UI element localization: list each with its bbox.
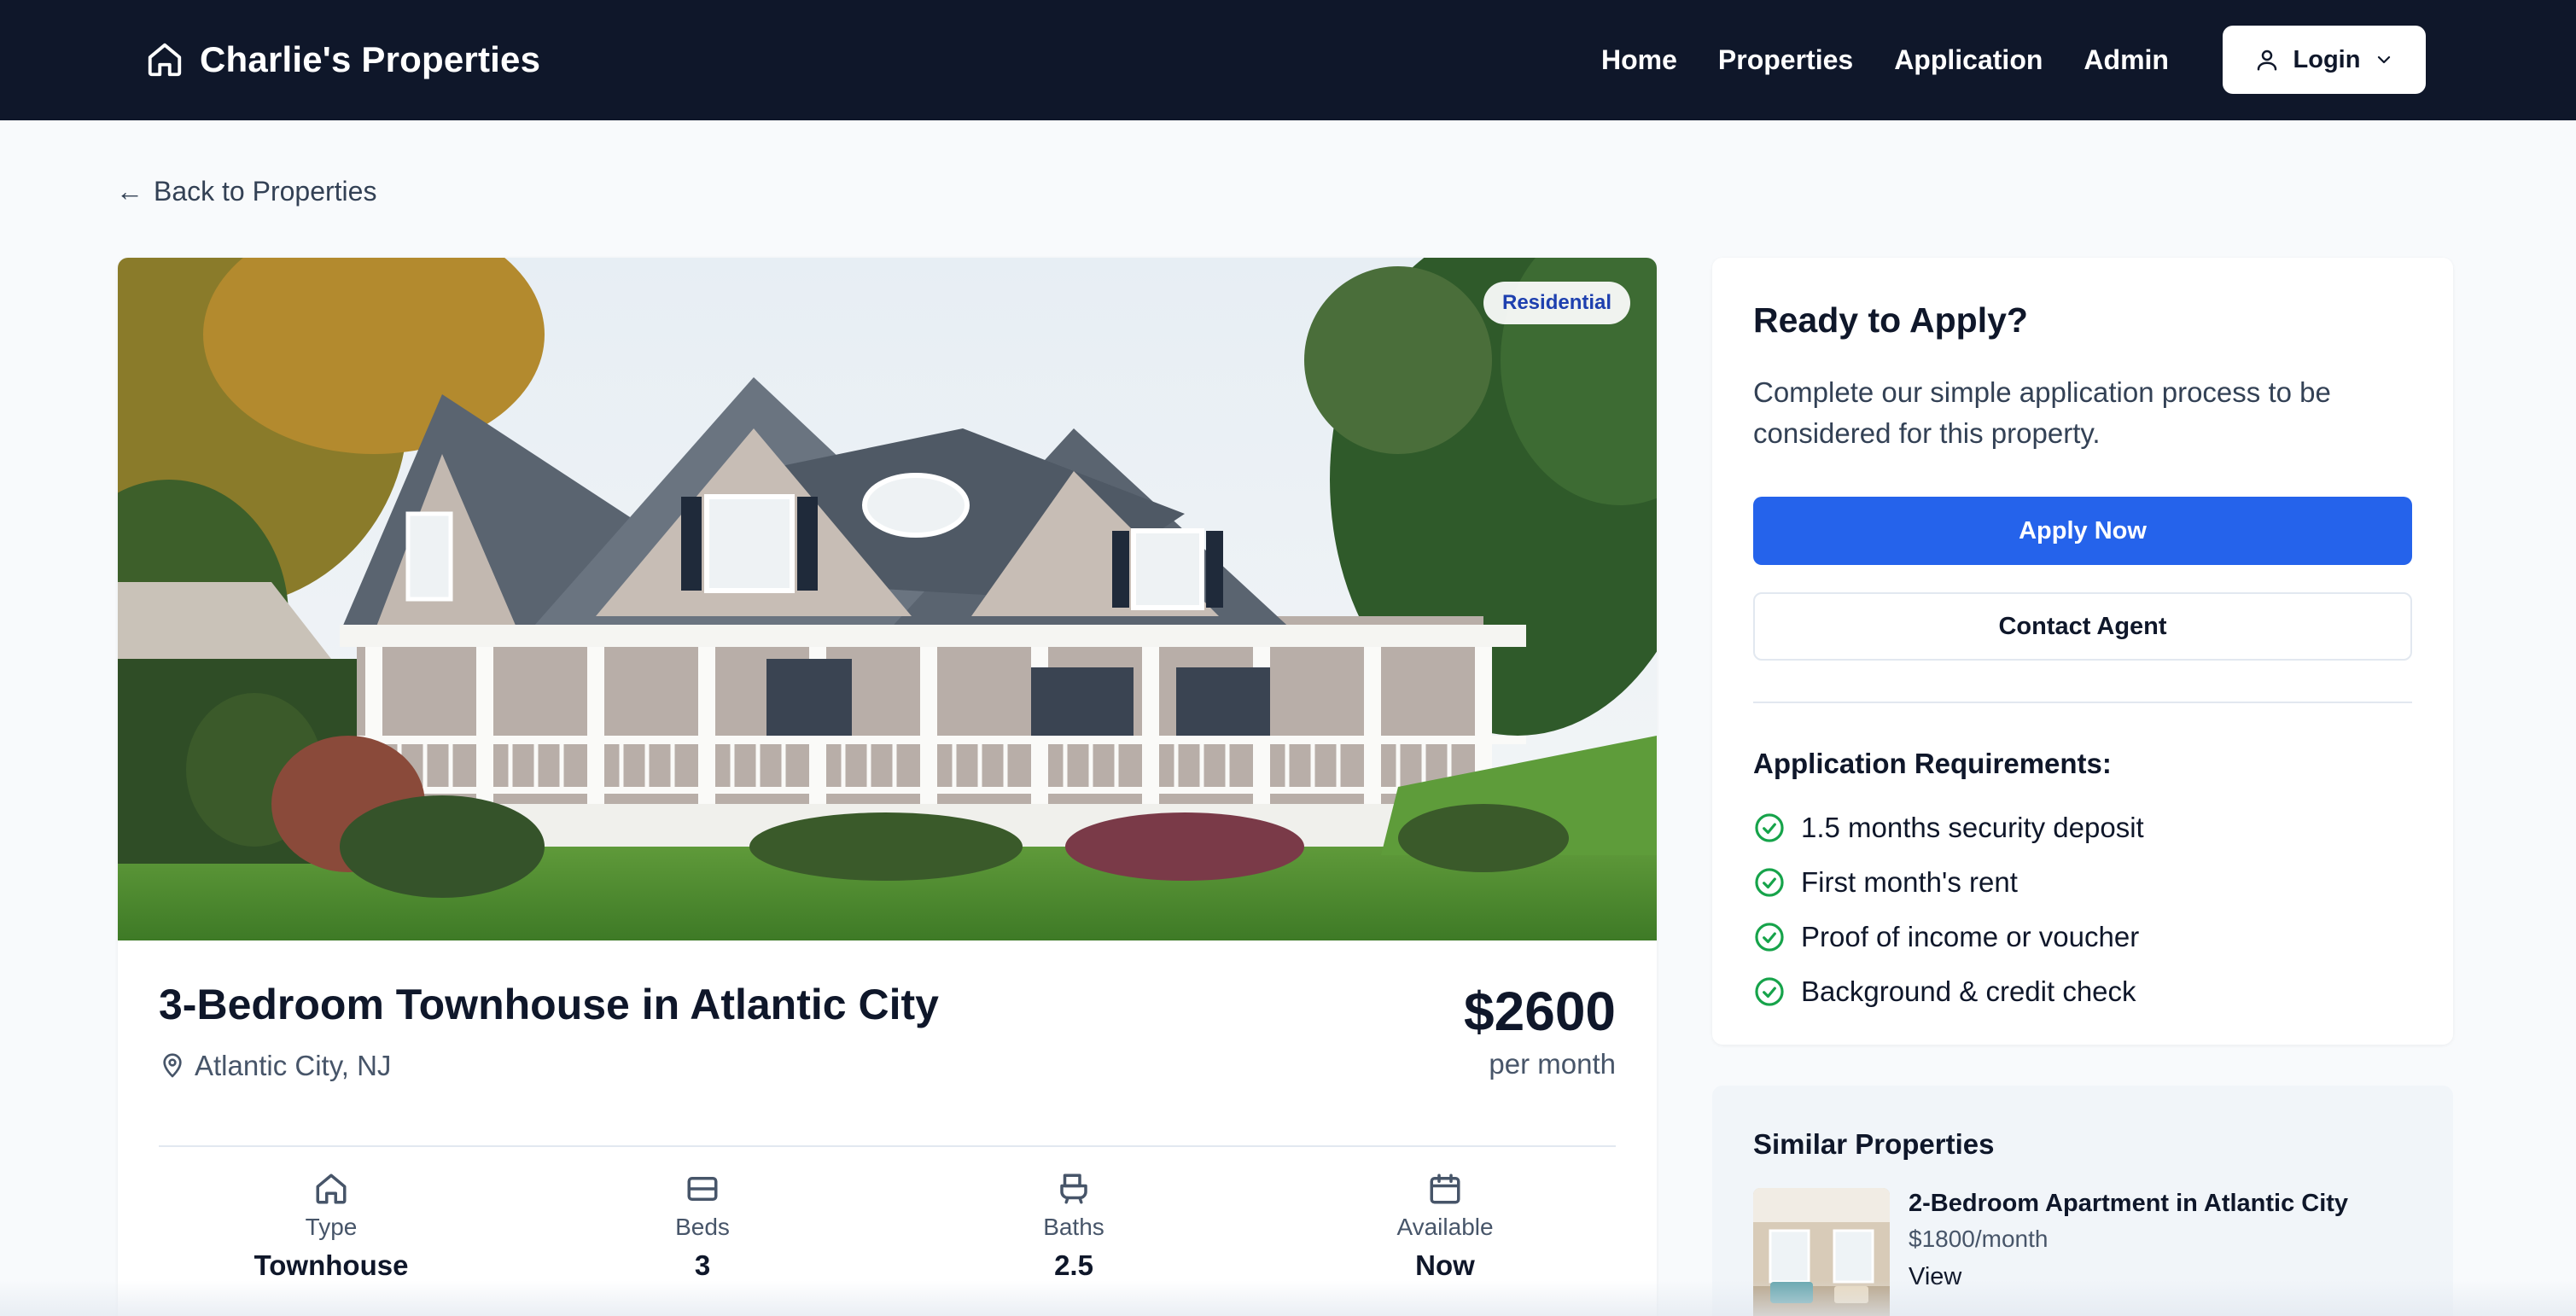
requirement-text: 1.5 months security deposit — [1801, 812, 2144, 843]
bed-icon — [687, 1177, 718, 1201]
contact-agent-button[interactable]: Contact Agent — [1753, 592, 2412, 661]
requirement-text: Background & credit check — [1801, 975, 2136, 1007]
stat-label: Available — [1396, 1214, 1494, 1240]
similar-property-thumbnail[interactable] — [1753, 1188, 1890, 1316]
requirement-item: First month's rent — [1753, 855, 2144, 910]
property-photo: Residential — [118, 258, 1657, 940]
brand[interactable]: Charlie's Properties — [145, 34, 540, 85]
check-circle-icon — [1755, 868, 1784, 897]
home-icon — [316, 1173, 347, 1204]
check-circle-icon — [1755, 813, 1784, 842]
property-title: 3-Bedroom Townhouse in Atlantic City — [159, 981, 939, 1028]
user-icon — [2257, 49, 2276, 71]
apply-divider — [1753, 702, 2412, 703]
arrow-left-icon: ← — [116, 176, 143, 207]
similar-properties-card: Similar Properties 2-Bedroom Apartment i… — [1712, 1086, 2453, 1316]
stat-available: Available Now — [1317, 1171, 1573, 1282]
brand-name: Charlie's Properties — [200, 39, 541, 79]
stat-beds: Beds 3 — [574, 1171, 830, 1282]
apply-now-button[interactable]: Apply Now — [1753, 497, 2412, 565]
requirement-item: Proof of income or voucher — [1753, 910, 2144, 964]
login-label: Login — [2293, 45, 2361, 73]
location-text: Atlantic City, NJ — [195, 1050, 392, 1081]
stat-label: Type — [305, 1214, 358, 1240]
requirement-text: First month's rent — [1801, 866, 2018, 898]
stat-value: Now — [1415, 1249, 1475, 1281]
stat-value: 2.5 — [1054, 1249, 1093, 1281]
check-circle-icon — [1755, 923, 1784, 952]
requirements-title: Application Requirements: — [1753, 748, 2112, 779]
property-type-badge: Residential — [1483, 282, 1631, 324]
property-price: $2600 — [1464, 981, 1616, 1042]
bath-icon — [1060, 1173, 1087, 1204]
back-link-label: Back to Properties — [154, 176, 377, 207]
stat-value: 3 — [694, 1249, 711, 1281]
home-icon — [148, 43, 182, 77]
nav-link-application[interactable]: Application — [1894, 44, 2043, 76]
requirement-text: Proof of income or voucher — [1801, 921, 2140, 952]
apply-title: Ready to Apply? — [1753, 300, 2028, 340]
chevron-down-icon — [2378, 55, 2391, 64]
requirements-list: 1.5 months security deposit First month'… — [1753, 801, 2144, 1019]
property-card: Residential 3-Bedroom Townhouse in Atlan… — [118, 258, 1657, 1316]
apply-description: Complete our simple application process … — [1753, 376, 2331, 449]
nav-links: Home Properties Application Admin — [1601, 34, 2169, 85]
details-divider — [159, 1145, 1616, 1147]
nav-link-home[interactable]: Home — [1601, 44, 1677, 76]
check-circle-icon — [1755, 977, 1784, 1006]
requirement-item: 1.5 months security deposit — [1753, 801, 2144, 855]
requirement-item: Background & credit check — [1753, 964, 2144, 1019]
similar-property-view-link[interactable]: View — [1909, 1263, 1961, 1291]
apply-card: Ready to Apply? Complete our simple appl… — [1712, 258, 2453, 1045]
login-button[interactable]: Login — [2223, 26, 2426, 94]
top-navbar: Charlie's Properties Home Properties App… — [0, 0, 2576, 120]
price-period: per month — [1489, 1048, 1616, 1080]
nav-link-admin[interactable]: Admin — [2084, 44, 2169, 76]
stat-value: Townhouse — [254, 1249, 409, 1281]
stat-baths: Baths 2.5 — [946, 1171, 1202, 1282]
calendar-icon — [1430, 1173, 1460, 1204]
stat-type: Type Townhouse — [203, 1171, 459, 1282]
map-pin-icon — [163, 1053, 182, 1078]
stat-label: Beds — [675, 1214, 730, 1240]
similar-properties-title: Similar Properties — [1753, 1128, 1995, 1160]
property-location: Atlantic City, NJ — [159, 1050, 391, 1082]
nav-link-properties[interactable]: Properties — [1718, 44, 1853, 76]
similar-property-name[interactable]: 2-Bedroom Apartment in Atlantic City — [1909, 1190, 2348, 1218]
similar-property-price: $1800/month — [1909, 1226, 2049, 1252]
stat-label: Baths — [1043, 1214, 1104, 1240]
back-to-properties-link[interactable]: ← Back to Properties — [116, 176, 376, 207]
